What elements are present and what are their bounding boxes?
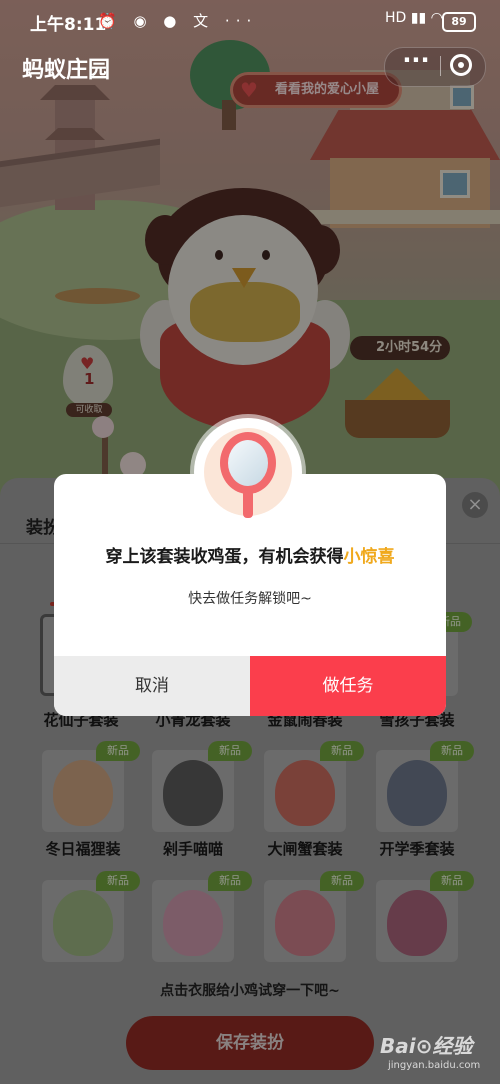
page-title: 蚂蚁庄园: [22, 58, 111, 83]
battery-icon: 89: [442, 12, 476, 32]
dialog-subtitle: 快去做任务解锁吧~: [188, 591, 312, 607]
capsule-divider: [440, 56, 441, 76]
signal-wifi-icons: HD ▮▮ ◠: [385, 10, 443, 26]
close-mini-program-icon[interactable]: [450, 54, 472, 76]
notification-icons: ⏰ ◉ ● 文 ···: [98, 12, 258, 30]
more-icon[interactable]: ···: [395, 48, 437, 84]
baidu-watermark-logo: Bai⊙经验: [380, 1034, 473, 1058]
dialog-title: 穿上该套装收鸡蛋，有机会获得小惊喜: [54, 542, 446, 567]
mirror-glass: [228, 440, 268, 486]
status-time: 上午8:11: [30, 15, 107, 35]
dialog-title-text: 穿上该套装收鸡蛋，有机会获得: [105, 547, 344, 567]
mirror-handle: [243, 490, 253, 518]
do-task-button[interactable]: 做任务: [250, 656, 446, 716]
status-bar: 上午8:11 ⏰ ◉ ● 文 ··· HD ▮▮ ◠ 89: [0, 0, 500, 42]
baidu-watermark-url: jingyan.baidu.com: [388, 1060, 481, 1071]
dialog-title-highlight: 小惊喜: [343, 547, 395, 567]
cancel-button[interactable]: 取消: [54, 656, 250, 716]
